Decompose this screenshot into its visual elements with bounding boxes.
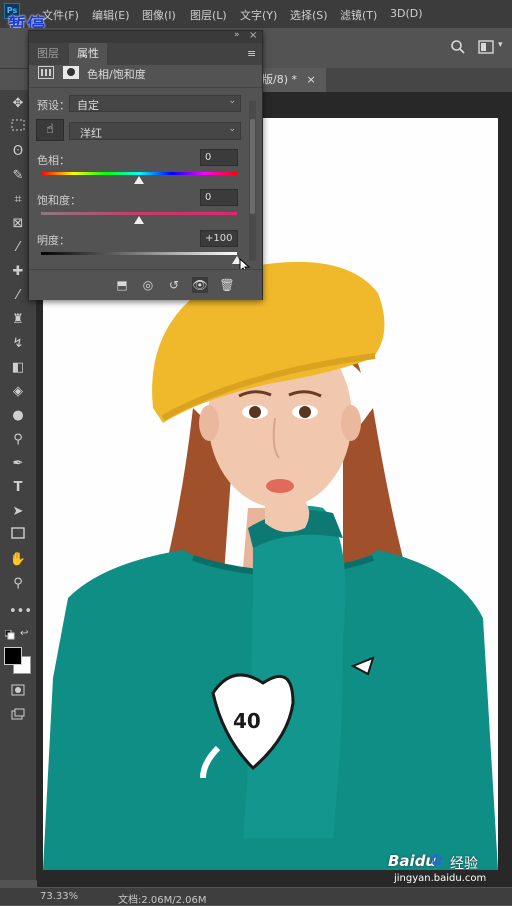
view-previous-state-icon[interactable]: ◎ — [140, 277, 156, 293]
chevron-down-icon: ⌄ — [228, 96, 236, 106]
panel-scrollbar[interactable] — [249, 101, 256, 261]
search-icon[interactable] — [450, 39, 466, 55]
collapse-panel-icon[interactable]: » — [234, 30, 240, 40]
targeted-adjustment-tool-icon[interactable]: ☝ — [36, 119, 64, 141]
panel-title-strip: » × — [29, 30, 262, 43]
properties-panel: » × 图层 属性 ≡ 色相/饱和度 预设： 自定 ⌄ ☝ 洋红 ⌄ 色相： 0… — [28, 30, 263, 300]
reset-icon[interactable]: ↺ — [166, 277, 182, 293]
menu-type[interactable]: 文字(Y) — [240, 7, 277, 23]
watermark-url: jingyan.baidu.com — [394, 873, 487, 884]
hue-label: 色相： — [37, 154, 70, 167]
adjustment-title: 色相/饱和度 — [87, 68, 146, 81]
zoom-tool-icon[interactable]: ⚲ — [9, 575, 27, 593]
hue-slider-thumb[interactable] — [134, 176, 144, 184]
saturation-slider-track[interactable] — [41, 212, 237, 215]
brush-tool-icon[interactable]: ⁄ — [9, 287, 27, 305]
status-bar: 73.33% 文档:2.06M/2.06M — [0, 888, 512, 906]
menu-filter[interactable]: 滤镜(T) — [340, 7, 377, 23]
rectangle-tool-icon[interactable] — [9, 527, 27, 545]
paw-icon: ✿ — [430, 850, 444, 869]
tab-layers[interactable]: 图层 — [29, 43, 67, 65]
panel-footer: ⬒ ◎ ↺ 👁 🗑 — [29, 269, 262, 300]
zoom-level[interactable]: 73.33% — [40, 891, 78, 902]
blur-tool-icon[interactable]: ● — [9, 407, 27, 425]
quick-select-tool-icon[interactable]: ✎ — [9, 167, 27, 185]
paint-bucket-tool-icon[interactable]: ◈ — [9, 383, 27, 401]
hue-input[interactable]: 0 — [200, 149, 238, 166]
dodge-tool-icon[interactable]: ⚲ — [9, 431, 27, 449]
channel-select[interactable]: 洋红 ⌄ — [69, 122, 241, 140]
menu-layer[interactable]: 图层(L) — [190, 7, 227, 23]
saturation-input[interactable]: 0 — [200, 189, 238, 206]
document-tab[interactable]: 版/8) * × — [260, 68, 326, 92]
pen-tool-icon[interactable]: ✒ — [9, 455, 27, 473]
more-tools-icon[interactable]: ••• — [9, 603, 32, 621]
close-panel-icon[interactable]: × — [249, 30, 257, 41]
workspace-icon[interactable] — [478, 40, 494, 54]
panel-menu-icon[interactable]: ≡ — [247, 47, 256, 60]
lightness-input[interactable]: +100 — [200, 230, 238, 247]
adjustment-layer-icon — [38, 66, 54, 79]
menu-3d[interactable]: 3D(D) — [390, 7, 423, 20]
chevron-down-icon: ⌄ — [228, 124, 236, 134]
path-select-tool-icon[interactable]: ➤ — [9, 503, 27, 521]
chevron-down-icon[interactable]: ▾ — [498, 40, 503, 50]
clip-to-layer-icon[interactable]: ⬒ — [114, 277, 130, 293]
frame-tool-icon[interactable]: ⊠ — [9, 215, 27, 233]
panel-tabs: 图层 属性 ≡ — [29, 43, 262, 65]
close-icon[interactable]: × — [307, 73, 316, 86]
saturation-label: 饱和度： — [37, 194, 81, 207]
trash-icon[interactable]: 🗑 — [219, 277, 235, 293]
screen-mode-icon[interactable] — [9, 708, 27, 726]
preset-label: 预设： — [37, 99, 70, 112]
clone-stamp-tool-icon[interactable]: ♜ — [9, 311, 27, 329]
hand-tool-icon[interactable]: ✋ — [9, 551, 27, 569]
tab-properties[interactable]: 属性 — [69, 43, 107, 65]
channel-value: 洋红 — [80, 127, 102, 140]
saturation-slider-thumb[interactable] — [134, 216, 144, 224]
menu-edit[interactable]: 编辑(E) — [92, 7, 130, 23]
quick-mask-icon[interactable] — [9, 684, 27, 702]
marquee-tool-icon[interactable] — [9, 119, 27, 137]
menu-bar: Ps 文件(F) 编辑(E) 图像(I) 图层(L) 文字(Y) 选择(S) 滤… — [0, 0, 512, 28]
swap-colors-icon[interactable]: ↩ — [20, 628, 28, 639]
document-info: 文档:2.06M/2.06M — [118, 895, 207, 906]
baidu-watermark: Baidu ✿ 经验 jingyan.baidu.com — [388, 850, 498, 886]
eraser-tool-icon[interactable]: ◧ — [9, 359, 27, 377]
preset-select[interactable]: 自定 ⌄ — [69, 95, 241, 112]
eyedropper-tool-icon[interactable]: ⁄ — [9, 239, 27, 257]
history-brush-tool-icon[interactable]: ↯ — [9, 335, 27, 353]
foreground-color-swatch[interactable] — [4, 647, 22, 665]
lightness-slider-track[interactable] — [41, 252, 237, 255]
menu-image[interactable]: 图像(I) — [142, 7, 176, 23]
healing-brush-tool-icon[interactable]: ✚ — [9, 263, 27, 281]
move-tool-icon[interactable]: ✥ — [9, 95, 27, 113]
preset-value: 自定 — [77, 99, 99, 112]
jingyan-label: 经验 — [450, 856, 478, 872]
default-colors-icon[interactable] — [4, 629, 15, 640]
layer-mask-icon[interactable] — [63, 66, 79, 79]
hue-slider-track[interactable] — [41, 172, 237, 175]
lasso-tool-icon[interactable]: ʘ — [9, 143, 27, 161]
menu-file[interactable]: 文件(F) — [42, 7, 79, 23]
lightness-label: 明度： — [37, 234, 70, 247]
menu-select[interactable]: 选择(S) — [290, 7, 328, 23]
crop-tool-icon[interactable]: ⌗ — [9, 191, 27, 209]
panel-scrollbar-thumb[interactable] — [250, 119, 255, 214]
svg-text:40: 40 — [233, 709, 261, 733]
document-tab-title: 版/8) * — [262, 73, 297, 86]
type-tool-icon[interactable]: T — [9, 479, 27, 497]
baidu-brand: Baidu — [388, 852, 437, 870]
visibility-eye-icon[interactable]: 👁 — [192, 277, 208, 293]
